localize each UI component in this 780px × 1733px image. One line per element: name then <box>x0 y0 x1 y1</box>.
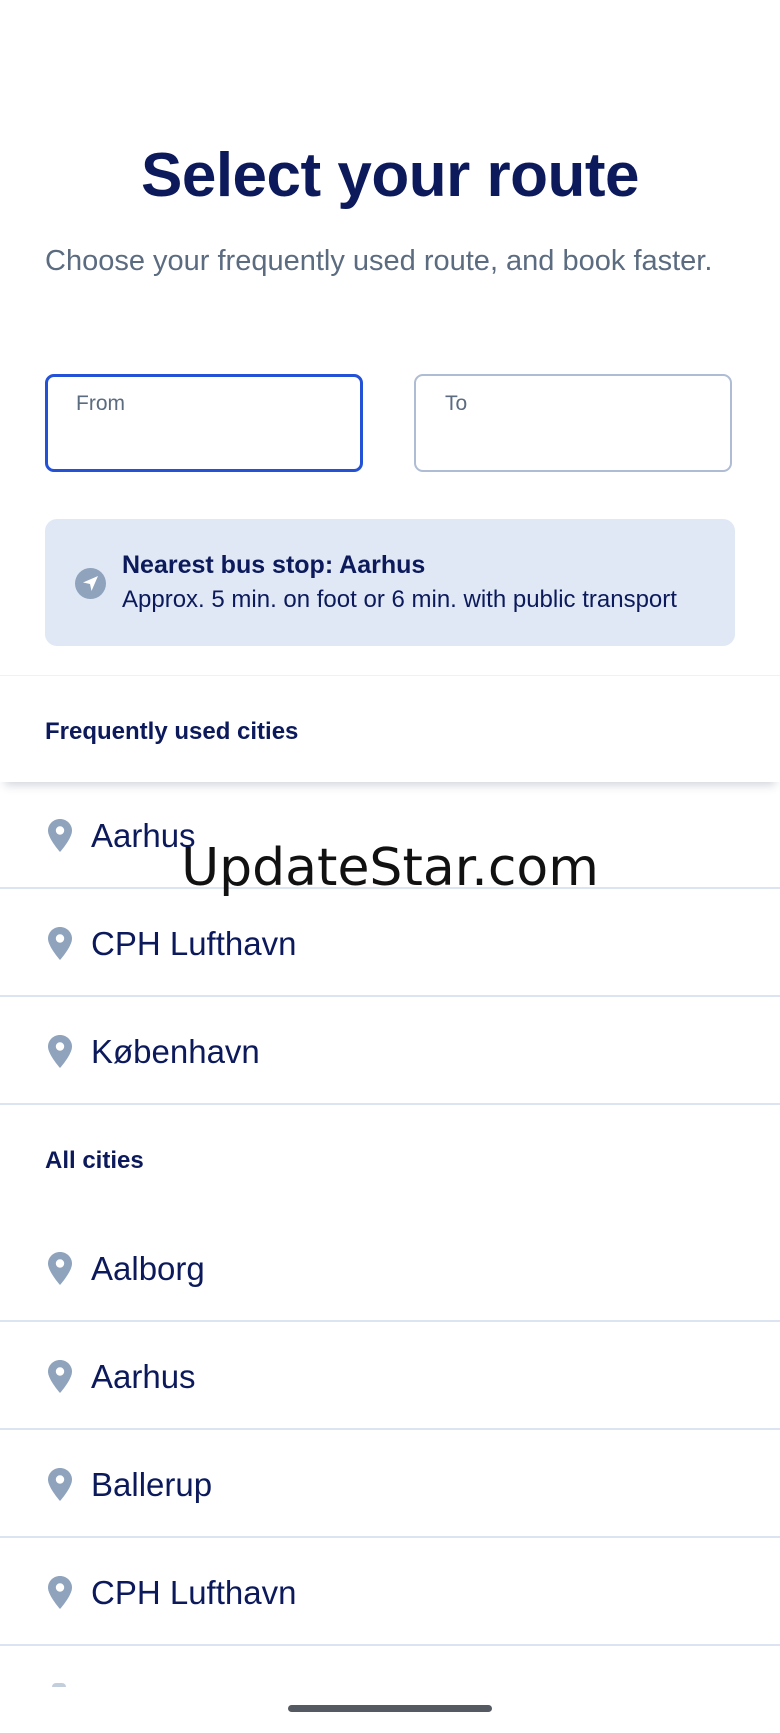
city-name: Aalborg <box>91 1250 205 1287</box>
location-pin-icon <box>48 1035 72 1068</box>
from-field[interactable]: From <box>45 374 363 472</box>
city-name: København <box>91 1033 260 1070</box>
nearest-bus-stop-card[interactable]: Nearest bus stop: Aarhus Approx. 5 min. … <box>45 519 735 646</box>
city-row-aalborg[interactable]: Aalborg <box>0 1215 780 1322</box>
to-input[interactable] <box>442 426 714 458</box>
location-pin-icon <box>48 1576 72 1609</box>
to-field-label: To <box>445 392 468 415</box>
location-pin-icon <box>48 1360 72 1393</box>
navigation-arrow-icon <box>75 568 106 599</box>
location-pin-icon <box>48 1468 72 1501</box>
home-indicator[interactable] <box>288 1705 492 1712</box>
city-name: Ballerup <box>91 1466 213 1503</box>
city-name: Aarhus <box>91 1358 196 1395</box>
nearest-bus-stop-description: Approx. 5 min. on foot or 6 min. with pu… <box>122 586 677 613</box>
page-subtitle: Choose your frequently used route, and b… <box>45 245 713 277</box>
city-name: Aarhus <box>91 817 196 854</box>
city-name: CPH Lufthavn <box>91 1574 297 1611</box>
city-name: CPH Lufthavn <box>91 925 297 962</box>
frequently-used-cities-header: Frequently used cities <box>0 675 780 782</box>
from-field-label: From <box>76 392 125 415</box>
to-field[interactable]: To <box>414 374 732 472</box>
location-pin-icon <box>48 819 72 852</box>
city-row-frequent-kobenhavn[interactable]: København <box>0 998 780 1105</box>
location-pin-icon <box>48 927 72 960</box>
city-row-ballerup[interactable]: Ballerup <box>0 1431 780 1538</box>
nearest-bus-stop-heading: Nearest bus stop: Aarhus <box>122 551 426 579</box>
all-cities-header: All cities <box>45 1147 144 1174</box>
city-row-aarhus[interactable]: Aarhus <box>0 1323 780 1430</box>
from-input[interactable] <box>74 425 344 457</box>
city-row-frequent-cph-lufthavn[interactable]: CPH Lufthavn <box>0 890 780 997</box>
city-row-cph-lufthavn[interactable]: CPH Lufthavn <box>0 1539 780 1646</box>
location-pin-icon <box>52 1683 66 1687</box>
page-title: Select your route <box>141 141 639 210</box>
location-pin-icon <box>48 1252 72 1285</box>
city-row-frequent-aarhus[interactable]: Aarhus <box>0 782 780 889</box>
